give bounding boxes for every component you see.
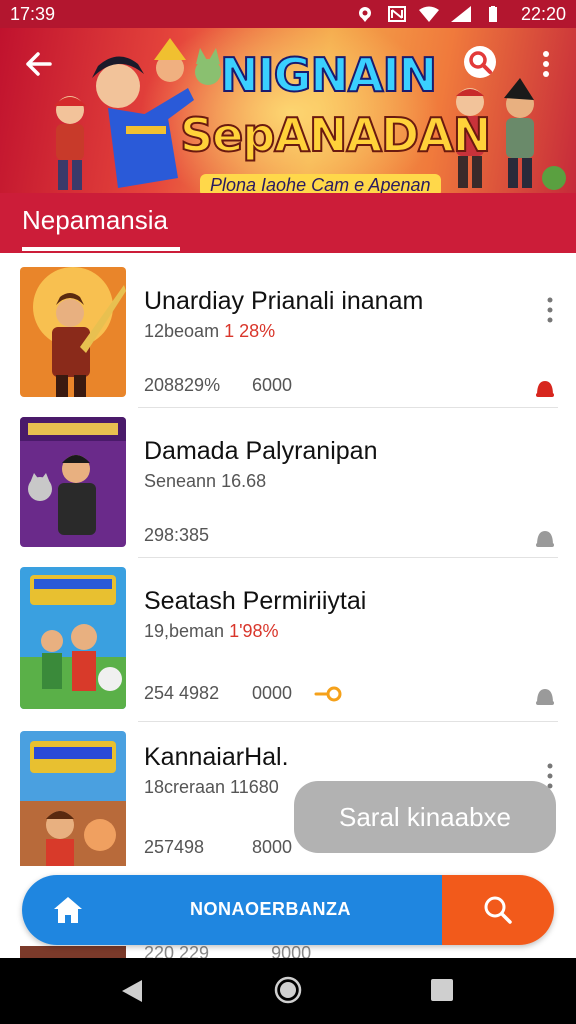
system-nav-bar (0, 958, 576, 1024)
list-item[interactable]: Seatash Permiriiytai 19,beman 1'98% 254 … (0, 565, 576, 715)
game-subtitle: 18creraan 11680 (144, 777, 279, 797)
wifi-icon (418, 6, 439, 22)
nav-recent-icon[interactable] (430, 978, 454, 1002)
game-sub-text: 19,beman (144, 621, 225, 641)
status-badge-icon (536, 381, 554, 397)
game-subtitle: 12beoam 1 28% (144, 321, 275, 342)
game-stat-primary: 298:385 (144, 525, 210, 545)
status-badge-icon (536, 531, 554, 547)
list-divider (138, 407, 558, 408)
search-icon[interactable] (462, 44, 498, 80)
banner-subtitle: Plona Iaohe Cam e Apenan (200, 174, 441, 193)
banner-title-line2: SepANADAN (179, 107, 492, 163)
status-bar: 17:39 22:20 (0, 0, 576, 28)
game-sub-text: 12beoam (144, 321, 220, 341)
game-title: Unardiay Prianali inanam (144, 287, 424, 315)
back-arrow-icon[interactable] (20, 46, 56, 82)
game-percent: 1 28% (224, 321, 276, 341)
notification-icon (387, 6, 406, 22)
game-subtitle: Seneann 16.68 (144, 471, 267, 491)
nav-back-icon[interactable] (120, 978, 146, 1004)
tab-bar: Nepamansia (0, 193, 576, 253)
peek-thumbnail (20, 946, 126, 958)
action-bar: NONAOERBANZA (22, 875, 554, 945)
banner-character-small (154, 38, 221, 85)
status-icons: 22:20 (355, 4, 566, 25)
screen: 17:39 22:20 NIGNAIN SepANADAN Plona Iaoh… (0, 0, 576, 1024)
tab-active[interactable]: Nepamansia (22, 205, 168, 236)
game-thumbnail[interactable] (20, 267, 126, 397)
status-clock: 22:20 (520, 3, 566, 24)
game-percent: 1'98% (229, 621, 279, 641)
action-label: NONAOERBANZA (190, 899, 351, 919)
action-main-button[interactable]: NONAOERBANZA (22, 875, 442, 945)
list-item[interactable]: Damada Palyranipan Seneann 16.68 298:385 (0, 415, 576, 565)
tab-indicator (22, 247, 180, 251)
list-divider (138, 557, 558, 558)
status-badge-icon (536, 689, 554, 705)
signal-icon (450, 6, 471, 22)
item-more-icon[interactable] (540, 295, 560, 325)
game-stat-primary: 208829% (144, 375, 221, 395)
game-stat-primary: 257498 (144, 837, 205, 857)
game-thumbnail[interactable] (20, 417, 126, 547)
home-icon[interactable] (52, 895, 84, 925)
list-item[interactable]: Unardiay Prianali inanam 12beoam 1 28% 2… (0, 265, 576, 415)
game-title: KannaiarHal. (144, 743, 289, 771)
game-stat-secondary: 6000 (252, 375, 293, 395)
game-stat-secondary: 8000 (252, 837, 293, 857)
search-icon (484, 896, 512, 924)
toast-message: Saral kinaabxe (294, 781, 556, 853)
more-vert-icon[interactable] (534, 46, 558, 82)
game-subtitle: 19,beman 1'98% (144, 621, 279, 642)
game-stat-secondary: 0000 (252, 683, 293, 703)
link-icon (314, 686, 342, 702)
game-title: Seatash Permiriiytai (144, 587, 367, 615)
nav-home-icon[interactable] (274, 976, 302, 1004)
game-title: Damada Palyranipan (144, 437, 378, 465)
game-thumbnail[interactable] (20, 567, 126, 709)
action-search-button[interactable] (442, 875, 554, 945)
game-banner[interactable]: NIGNAIN SepANADAN Plona Iaohe Cam e Apen… (0, 28, 576, 193)
battery-icon (488, 6, 497, 22)
game-thumbnail[interactable] (20, 731, 126, 871)
status-time: 17:39 (10, 3, 56, 24)
list-divider (138, 721, 558, 722)
banner-title-line1: NIGNAIN (219, 47, 438, 103)
game-stat-primary: 254 4982 (144, 683, 220, 703)
location-icon (358, 7, 371, 22)
